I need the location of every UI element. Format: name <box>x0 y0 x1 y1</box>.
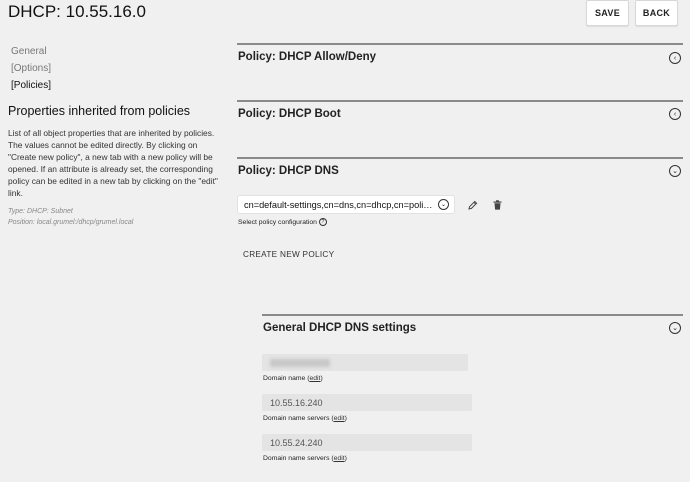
domain-name-field <box>262 354 468 371</box>
subsection-divider <box>262 314 683 316</box>
nav-item-general[interactable]: General <box>11 46 47 57</box>
section-divider <box>237 100 683 102</box>
chevron-down-icon[interactable]: ⌄ <box>669 165 681 177</box>
policy-select-value: cn=default-settings,cn=dns,cn=dhcp,cn=po… <box>244 199 434 210</box>
pencil-icon[interactable] <box>468 200 478 210</box>
domain-name-server-field: 10.55.24.240 <box>262 434 472 451</box>
back-button[interactable]: BACK <box>635 0 678 26</box>
field-label: Domain name servers <box>263 415 330 422</box>
domain-name-server-field: 10.55.16.240 <box>262 394 472 411</box>
subsection-title[interactable]: General DHCP DNS settings <box>263 322 416 334</box>
page-title: DHCP: 10.55.16.0 <box>8 2 146 21</box>
section-title-allow-deny[interactable]: Policy: DHCP Allow/Deny <box>238 51 376 63</box>
help-circle-icon[interactable]: ? <box>318 218 327 226</box>
section-divider <box>237 157 683 159</box>
object-position-value: local.grumel:/dhcp/grumel.local <box>36 219 134 226</box>
nav-item-policies[interactable]: [Policies] <box>11 80 51 91</box>
object-type-value: DHCP: Subnet <box>26 208 73 215</box>
chevron-down-icon[interactable]: ⌄ <box>669 322 681 334</box>
chevron-left-icon[interactable]: ‹ <box>669 52 681 64</box>
domain-name-servers-label: Domain name servers (edit) <box>263 455 347 462</box>
sidebar-heading: Properties inherited from policies <box>8 104 191 118</box>
sidebar-description: List of all object properties that are i… <box>8 128 218 198</box>
section-title-dns[interactable]: Policy: DHCP DNS <box>238 165 339 177</box>
object-position-label: Position: <box>8 219 35 226</box>
select-policy-label: Select policy configuration ? <box>238 218 327 226</box>
field-label: Domain name servers <box>263 455 330 462</box>
create-new-policy-button[interactable]: CREATE NEW POLICY <box>243 250 334 259</box>
chevron-down-icon[interactable]: ⌄ <box>438 199 449 210</box>
nav-item-options[interactable]: [Options] <box>11 63 51 74</box>
chevron-left-icon[interactable]: ‹ <box>669 108 681 120</box>
edit-link[interactable]: edit <box>334 455 345 462</box>
edit-link[interactable]: edit <box>309 375 320 382</box>
section-title-boot[interactable]: Policy: DHCP Boot <box>238 108 341 120</box>
edit-link[interactable]: edit <box>334 415 345 422</box>
field-label: Domain name <box>263 375 306 382</box>
object-type: Type: DHCP: Subnet <box>8 208 73 215</box>
domain-name-servers-label: Domain name servers (edit) <box>263 415 347 422</box>
section-divider <box>237 43 683 45</box>
trash-icon[interactable] <box>493 200 502 210</box>
blurred-value <box>270 358 330 367</box>
object-type-label: Type: <box>8 208 25 215</box>
save-button[interactable]: SAVE <box>586 0 629 26</box>
select-policy-text: Select policy configuration <box>238 218 317 226</box>
object-position: Position: local.grumel:/dhcp/grumel.loca… <box>8 219 133 226</box>
domain-name-label: Domain name (edit) <box>263 375 323 382</box>
policy-select[interactable]: cn=default-settings,cn=dns,cn=dhcp,cn=po… <box>238 196 454 213</box>
